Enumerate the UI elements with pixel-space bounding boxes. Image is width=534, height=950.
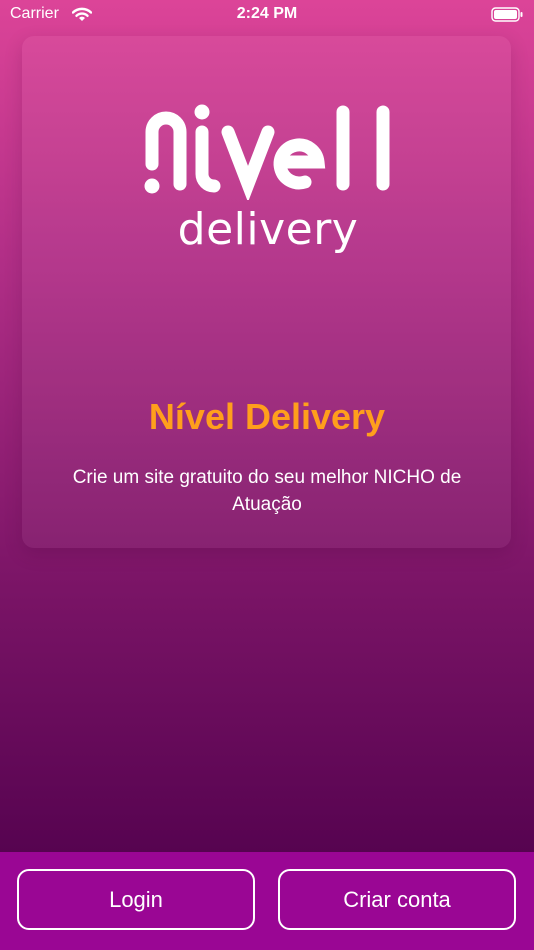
app-subtitle: Crie um site gratuito do seu melhor NICH… [72, 467, 462, 515]
status-time: 2:24 PM [236, 5, 298, 22]
bottom-action-bar: Login Criar conta [0, 852, 534, 950]
create-account-button[interactable]: Criar conta [278, 869, 516, 930]
login-button[interactable]: Login [17, 869, 255, 930]
app-title: Nível Delivery [148, 396, 386, 437]
nivel-wordmark [144, 104, 390, 200]
nivel-delivery-logo: delivery [143, 104, 393, 264]
status-bar: Carrier 2:24 PM [0, 0, 534, 30]
logo-subtext: delivery [177, 204, 359, 255]
battery-icon [491, 7, 524, 27]
